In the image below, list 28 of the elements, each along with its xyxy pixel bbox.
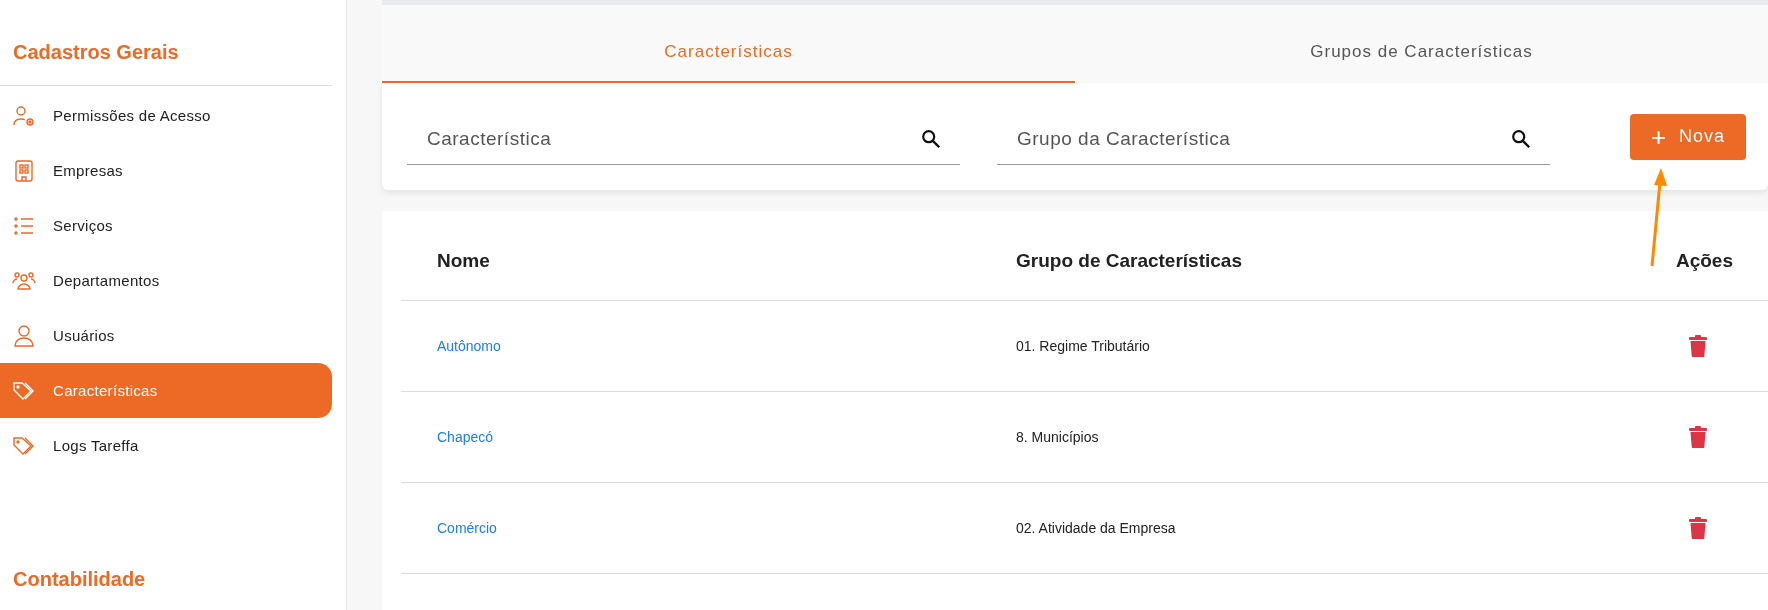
search-icon <box>1510 128 1532 150</box>
sidebar-item[interactable]: Permissões de Acesso <box>0 88 332 143</box>
tab[interactable]: Grupos de Características <box>1075 5 1768 83</box>
name-link[interactable]: Chapecó <box>437 429 494 445</box>
search-field[interactable]: Característica <box>425 127 920 151</box>
sidebar-item[interactable]: Serviços <box>0 198 332 253</box>
column-header: Ações <box>1675 249 1734 272</box>
trash-icon[interactable] <box>1689 335 1707 357</box>
sidebar-item[interactable]: Empresas <box>0 143 332 198</box>
column-header: Grupo de Características <box>1016 249 1243 272</box>
table-cell-text: 02. Atividade da Empresa <box>1016 520 1177 536</box>
name-link[interactable]: Comércio <box>437 520 497 536</box>
sidebar-item[interactable]: Usuários <box>0 308 332 363</box>
name-link[interactable]: Autônomo <box>437 338 501 354</box>
sidebar-item[interactable]: Logs Tareffa <box>0 418 332 473</box>
building-icon <box>12 158 36 183</box>
trash-icon[interactable] <box>1689 517 1707 539</box>
search-icon <box>920 128 942 150</box>
section-title: Cadastros Gerais <box>12 40 180 64</box>
table-cell-text: 8. Municípios <box>1016 429 1100 445</box>
trash-icon[interactable] <box>1689 426 1707 448</box>
user-icon <box>12 323 36 348</box>
sidebar-item[interactable]: Departamentos <box>0 253 332 308</box>
table-cell-text: 01. Regime Tributário <box>1016 338 1151 354</box>
search-field[interactable]: Grupo da Característica <box>1015 127 1510 151</box>
user-gear-icon <box>12 103 36 128</box>
column-header: Nome <box>436 249 491 272</box>
section-title: Contabilidade <box>12 567 147 591</box>
